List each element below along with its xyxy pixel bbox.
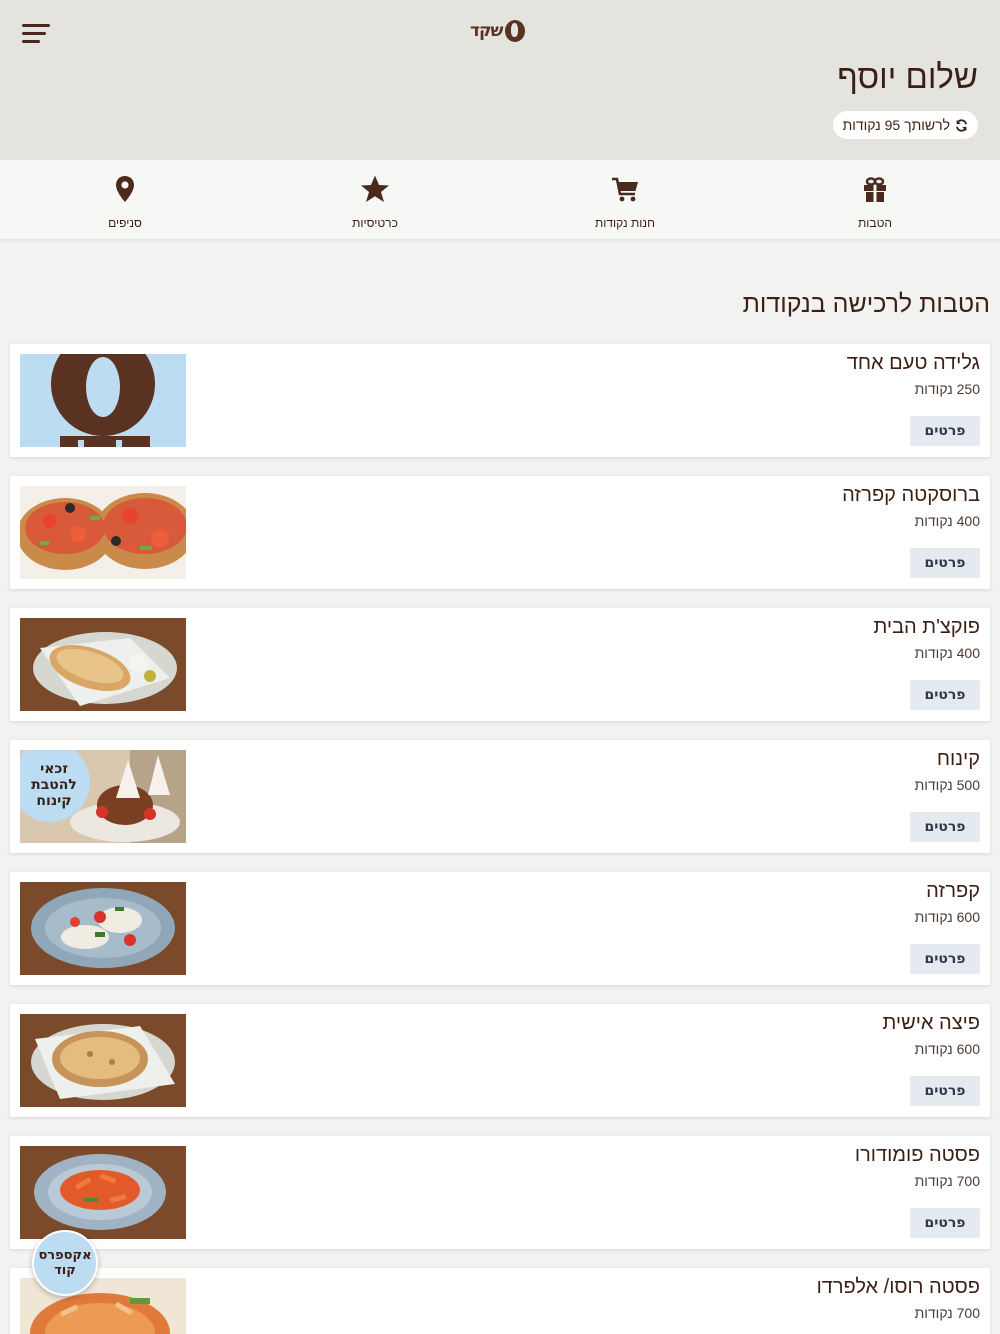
benefit-points: 500 נקודות: [914, 777, 980, 793]
nav-branches[interactable]: סניפים: [65, 160, 185, 240]
benefit-card[interactable]: קפרזה 600 נקודות פרטים: [10, 872, 990, 985]
benefit-title: פיצה אישית: [882, 1012, 981, 1034]
nav-punch-cards-label: כרטיסיות: [352, 216, 398, 230]
hamburger-menu-icon[interactable]: [22, 24, 50, 44]
benefit-points: 400 נקודות: [914, 645, 980, 661]
details-button[interactable]: פרטים: [910, 1076, 980, 1106]
cart-icon: [612, 177, 638, 202]
express-code-button[interactable]: אקספרס קוד: [32, 1230, 98, 1296]
details-button[interactable]: פרטים: [910, 680, 980, 710]
benefit-card[interactable]: פסטה פומודורו 700 נקודות פרטים: [10, 1136, 990, 1249]
benefit-title: גלידה טעם אחד: [846, 352, 980, 374]
details-button[interactable]: פרטים: [910, 1208, 980, 1238]
details-button[interactable]: פרטים: [910, 812, 980, 842]
benefit-card[interactable]: פוקצ'ת הבית 400 נקודות פרטים: [10, 608, 990, 721]
bruschetta-image: [20, 486, 186, 579]
dessert-badge-line1: זכאי: [40, 761, 68, 777]
benefit-points: 700 נקודות: [914, 1173, 980, 1189]
benefit-title: פסטה רוסו/ אלפרדו: [816, 1276, 980, 1298]
benefit-points: 250 נקודות: [914, 381, 980, 397]
focaccia-image: [20, 618, 186, 711]
nav-benefits-label: הטבות: [857, 216, 893, 230]
benefit-title: קפרזה: [926, 880, 980, 902]
express-code-line2: קוד: [54, 1263, 76, 1278]
benefit-points: 600 נקודות: [914, 909, 980, 925]
nav-points-store[interactable]: חנות נקודות: [565, 160, 685, 240]
logo-emblem-icon: [505, 20, 526, 42]
top-navigation: הטבות חנות נקודות כרטיסיות סניפים: [0, 160, 1000, 240]
details-button[interactable]: פרטים: [910, 416, 980, 446]
dessert-badge-line3: קינוח: [36, 793, 72, 809]
refresh-icon: [956, 118, 967, 132]
dessert-badge-line2: להטבת: [31, 777, 77, 793]
pasta-image: [20, 1146, 186, 1239]
express-code-line1: אקספרס: [38, 1248, 92, 1263]
points-balance-refresh[interactable]: לרשותך 95 נקודות: [832, 111, 978, 139]
logo-image: [20, 354, 186, 447]
benefit-points: 600 נקודות: [914, 1041, 980, 1057]
benefit-points: 700 נקודות: [914, 1305, 980, 1321]
points-balance-text: לרשותך 95 נקודות: [842, 117, 950, 133]
benefit-card[interactable]: גלידה טעם אחד 250 נקודות פרטים: [10, 344, 990, 457]
benefit-title: קינוח: [936, 748, 980, 770]
greeting-title: שלום יוסף: [837, 58, 978, 95]
details-button[interactable]: פרטים: [910, 944, 980, 974]
header: שקד שלום יוסף לרשותך 95 נקודות: [0, 0, 1000, 160]
benefit-card[interactable]: פסטה רוסו/ אלפרדו 700 נקודות פרטים: [10, 1268, 990, 1334]
benefit-title: ברוסקטה קפרזה: [842, 484, 980, 506]
dessert-image: זכאי להטבת קינוח: [20, 750, 186, 843]
nav-points-store-label: חנות נקודות: [595, 216, 655, 230]
star-icon: [361, 175, 389, 202]
gift-icon: [864, 177, 886, 202]
details-button[interactable]: פרטים: [910, 548, 980, 578]
benefit-title: פסטה פומודורו: [854, 1144, 980, 1166]
nav-punch-cards[interactable]: כרטיסיות: [315, 160, 435, 240]
caprese-image: [20, 882, 186, 975]
map-pin-icon: [116, 176, 134, 202]
logo-text: שקד: [470, 21, 503, 41]
brand-logo[interactable]: שקד: [470, 20, 526, 42]
section-title: הטבות לרכישה בנקודות: [742, 290, 990, 318]
pizza-image: [20, 1014, 186, 1107]
benefit-points: 400 נקודות: [914, 513, 980, 529]
nav-branches-label: סניפים: [108, 216, 142, 230]
benefit-card[interactable]: פיצה אישית 600 נקודות פרטים: [10, 1004, 990, 1117]
benefit-card[interactable]: ברוסקטה קפרזה 400 נקודות פרטים: [10, 476, 990, 589]
benefit-title: פוקצ'ת הבית: [873, 616, 980, 638]
benefit-card[interactable]: זכאי להטבת קינוח קינוח 500 נקודות פרטים: [10, 740, 990, 853]
nav-benefits[interactable]: הטבות: [815, 160, 935, 240]
